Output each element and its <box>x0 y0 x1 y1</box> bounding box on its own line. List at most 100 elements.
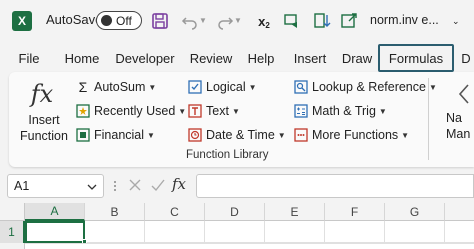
tab-draw[interactable]: Draw <box>339 44 375 72</box>
chevron-down-icon: ▼ <box>148 82 157 92</box>
cell-e1[interactable] <box>265 221 325 243</box>
column-header-next[interactable] <box>445 203 474 221</box>
cell-g1[interactable] <box>385 221 445 243</box>
tab-home[interactable]: Home <box>60 44 104 72</box>
cell-f1[interactable] <box>325 221 385 243</box>
name-box[interactable]: A1 <box>7 174 104 198</box>
cell-c1[interactable] <box>145 221 205 243</box>
chevron-down-icon[interactable]: ▼ <box>199 16 207 25</box>
column-header-a[interactable]: A <box>25 203 85 221</box>
name-box-value: A1 <box>14 179 30 193</box>
chevron-down-icon[interactable]: ⌄ <box>452 16 460 27</box>
tab-review[interactable]: Review <box>187 44 235 72</box>
insert-function-fx-icon[interactable]: fx <box>172 175 186 193</box>
lookup-reference-label: Lookup & Reference <box>312 80 426 94</box>
sort-icon[interactable] <box>312 11 332 31</box>
more-functions-label: More Functions <box>312 128 399 142</box>
cancel-icon[interactable] <box>128 178 142 192</box>
formula-bar-grip-icon[interactable] <box>112 178 118 194</box>
function-library-group-label: Function Library <box>186 149 269 161</box>
text-button[interactable]: Text ▼ <box>188 104 240 118</box>
row-header-2[interactable] <box>0 243 25 249</box>
more-functions-book-icon <box>294 128 308 142</box>
date-time-button[interactable]: Date & Time ▼ <box>188 128 286 142</box>
column-header-b[interactable]: B <box>85 203 145 221</box>
date-time-label: Date & Time <box>206 128 275 142</box>
tab-data[interactable]: D <box>458 44 474 72</box>
export-icon[interactable] <box>339 11 359 31</box>
chevron-down-icon: ▼ <box>147 130 155 140</box>
formula-input[interactable] <box>196 174 474 198</box>
cell-b1[interactable] <box>85 221 145 243</box>
chevron-left-icon[interactable] <box>454 82 474 106</box>
name-manager-label-line2: Man <box>446 127 471 141</box>
more-functions-button[interactable]: More Functions ▼ <box>294 128 409 142</box>
math-book-icon <box>294 104 308 118</box>
toggle-knob <box>101 15 112 26</box>
chevron-down-icon: ▼ <box>428 82 437 92</box>
insert-function-icon[interactable]: fx <box>22 78 62 110</box>
cell-h1[interactable] <box>445 221 474 243</box>
autosave-state: Off <box>116 13 132 28</box>
logical-book-icon <box>188 80 202 94</box>
insert-function-label-line2: Function <box>20 129 68 143</box>
row-header-1[interactable]: 1 <box>0 221 25 243</box>
column-header-e[interactable]: E <box>265 203 325 221</box>
chevron-down-icon: ▼ <box>378 106 387 116</box>
recently-used-label: Recently Used <box>94 104 176 118</box>
excel-logo-icon: X <box>12 11 32 31</box>
chart-icon[interactable] <box>282 11 302 31</box>
clock-book-icon <box>188 128 202 142</box>
autosave-toggle[interactable]: Off <box>96 11 142 30</box>
title-bar: X AutoSave Off ▼ ▼ x2 norm.inv e... ⌄ <box>0 0 474 40</box>
chevron-down-icon: ▼ <box>231 106 240 116</box>
subscript-icon[interactable]: x2 <box>254 11 274 31</box>
column-header-g[interactable]: G <box>385 203 445 221</box>
ribbon-divider <box>428 78 429 160</box>
recently-used-button[interactable]: Recently Used ▼ <box>76 104 186 118</box>
undo-icon[interactable] <box>180 11 200 31</box>
name-manager-button[interactable]: Na Man <box>446 110 470 142</box>
ribbon-tabs: File Home Developer Review Help Insert D… <box>0 44 474 72</box>
star-book-icon <box>76 104 90 118</box>
financial-label: Financial <box>94 128 145 142</box>
tab-developer[interactable]: Developer <box>114 44 176 72</box>
column-header-f[interactable]: F <box>325 203 385 221</box>
chevron-down-icon[interactable] <box>87 181 97 191</box>
cell-d1[interactable] <box>205 221 265 243</box>
chevron-down-icon[interactable]: ▼ <box>234 16 242 25</box>
grid-row-2 <box>0 243 474 249</box>
text-label: Text <box>206 104 229 118</box>
math-trig-button[interactable]: Math & Trig ▼ <box>294 104 387 118</box>
redo-icon[interactable] <box>215 11 235 31</box>
name-manager-label-line1: Na <box>446 111 462 125</box>
select-all-corner[interactable] <box>0 203 25 221</box>
column-header-c[interactable]: C <box>145 203 205 221</box>
chevron-down-icon: ▼ <box>178 106 187 116</box>
tab-insert[interactable]: Insert <box>289 44 331 72</box>
tab-formulas[interactable]: Formulas <box>378 44 454 72</box>
financial-book-icon <box>76 128 90 142</box>
autosum-button[interactable]: Σ AutoSum ▼ <box>76 79 157 95</box>
column-header-d[interactable]: D <box>205 203 265 221</box>
chevron-down-icon: ▼ <box>401 130 410 140</box>
tab-help[interactable]: Help <box>244 44 278 72</box>
document-filename[interactable]: norm.inv e... <box>370 13 439 27</box>
worksheet-grid: A B C D E F G 1 <box>0 203 474 249</box>
save-icon[interactable] <box>150 11 170 31</box>
insert-function-button[interactable]: Insert Function <box>18 112 70 144</box>
math-trig-label: Math & Trig <box>312 104 376 118</box>
autosum-label: AutoSum <box>94 80 146 94</box>
financial-button[interactable]: Financial ▼ <box>76 128 155 142</box>
check-icon[interactable] <box>150 177 166 193</box>
lookup-reference-button[interactable]: Lookup & Reference ▼ <box>294 80 437 94</box>
lookup-book-icon <box>294 80 308 94</box>
sigma-icon: Σ <box>78 79 88 95</box>
logical-button[interactable]: Logical ▼ <box>188 80 257 94</box>
tab-file[interactable]: File <box>12 44 46 72</box>
formula-bar: A1 fx <box>0 172 474 200</box>
text-book-icon <box>188 104 202 118</box>
logical-label: Logical <box>206 80 246 94</box>
cell-a1[interactable] <box>25 221 85 243</box>
insert-function-label-line1: Insert <box>28 113 60 127</box>
